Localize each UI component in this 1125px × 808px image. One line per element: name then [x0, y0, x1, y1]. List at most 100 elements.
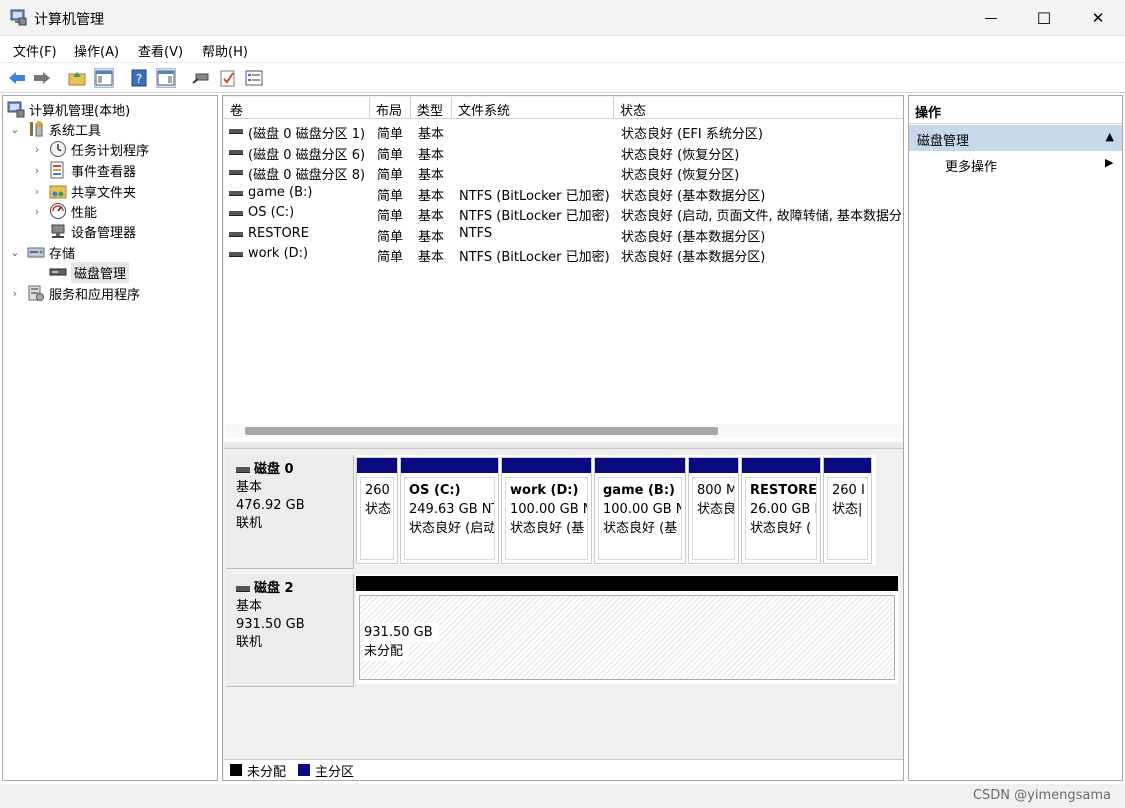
show-hide-action-pane-button[interactable]	[156, 68, 176, 88]
partition-status: 状态良好 (启动	[409, 521, 495, 536]
partition-block[interactable]: 800 M 状态良	[688, 457, 739, 564]
tree-label: 共享文件夹	[71, 185, 137, 201]
chevron-right-icon[interactable]: ›	[9, 287, 21, 300]
collapse-triangle-icon[interactable]: ▲	[1106, 130, 1114, 143]
table-row[interactable]: (磁盘 0 磁盘分区 6) 简单 基本 状态良好 (恢复分区)	[224, 142, 903, 163]
cell-filesystem: NTFS	[459, 226, 493, 241]
back-button[interactable]	[7, 68, 27, 88]
menu-action[interactable]: 操作(A)	[74, 41, 119, 60]
partition-block[interactable]: game (B:) 100.00 GB N 状态良好 (基	[594, 457, 686, 564]
partition-box: 800 M 状态良	[692, 477, 735, 560]
cell-layout: 简单	[377, 230, 404, 245]
tree-label: 系统工具	[49, 123, 102, 139]
unallocated-box: 931.50 GB 未分配	[359, 595, 895, 680]
table-row[interactable]: game (B:) 简单 基本 NTFS (BitLocker 已加密) 状态良…	[224, 183, 903, 204]
partition-size: 100.00 GB N	[510, 502, 588, 517]
partition-block[interactable]: 260 I 状态|	[823, 457, 872, 564]
column-header-layout[interactable]: 布局	[370, 97, 411, 119]
unallocated-block[interactable]: 931.50 GB 未分配	[356, 576, 898, 683]
menu-file[interactable]: 文件(F)	[13, 41, 57, 60]
cell-layout: 简单	[377, 148, 404, 163]
cell-status: 状态良好 (启动, 页面文件, 故障转储, 基本数据分	[621, 209, 902, 224]
maximize-button[interactable]: ☐	[1017, 0, 1071, 36]
chevron-right-icon[interactable]: ›	[31, 143, 43, 156]
tree-node-services[interactable]: › 服务和应用程序	[9, 283, 140, 303]
cell-layout: 简单	[377, 209, 404, 224]
column-header-filesystem[interactable]: 文件系统	[452, 97, 614, 119]
cell-status: 状态良好 (基本数据分区)	[621, 189, 766, 204]
tree-node-device-manager[interactable]: 设备管理器	[49, 221, 136, 241]
actions-section-disk-management[interactable]: 磁盘管理 ▲	[909, 125, 1122, 151]
disk2-kind: 基本	[236, 599, 263, 614]
table-row[interactable]: OS (C:) 简单 基本 NTFS (BitLocker 已加密) 状态良好 …	[224, 203, 903, 224]
connect-button[interactable]	[191, 68, 211, 88]
pane-splitter[interactable]	[224, 443, 903, 449]
column-header-status[interactable]: 状态	[614, 97, 903, 119]
tree-label: 计算机管理(本地)	[29, 103, 131, 119]
cell-volume: (磁盘 0 磁盘分区 6)	[248, 148, 366, 163]
legend-primary-label: 主分区	[315, 764, 355, 780]
disk2-partitions: 931.50 GB 未分配	[356, 574, 898, 684]
chevron-right-icon[interactable]: ›	[31, 164, 43, 177]
table-row[interactable]: RESTORE 简单 基本 NTFS 状态良好 (基本数据分区)	[224, 224, 903, 245]
cell-filesystem: NTFS (BitLocker 已加密)	[459, 250, 610, 265]
tree-node-system-tools[interactable]: ⌄ 系统工具	[9, 119, 101, 139]
menu-help[interactable]: 帮助(H)	[202, 41, 248, 60]
partition-block[interactable]: 260 状态	[356, 457, 398, 564]
scrollbar-thumb[interactable]	[245, 427, 718, 435]
disk0-info[interactable]: 磁盘 0 基本 476.92 GB 联机	[226, 455, 354, 569]
column-header-volume[interactable]: 卷	[224, 97, 370, 119]
computer-management-icon	[10, 9, 27, 26]
volume-icon	[229, 252, 243, 257]
partition-block[interactable]: work (D:) 100.00 GB N 状态良好 (基	[501, 457, 592, 564]
chevron-down-icon[interactable]: ⌄	[9, 246, 21, 259]
help-button[interactable]: ?	[129, 68, 149, 88]
primary-partition-bar	[742, 458, 820, 473]
storage-icon	[27, 247, 45, 258]
tree-node-computer-management[interactable]: 计算机管理(本地)	[7, 99, 130, 119]
disk-management-pane: 卷 布局 类型 文件系统 状态 (磁盘 0 磁盘分区 1) 简单 基本 状态良好…	[222, 95, 904, 781]
partition-block[interactable]: OS (C:) 249.63 GB NT 状态良好 (启动	[400, 457, 499, 564]
chevron-down-icon[interactable]: ⌄	[9, 123, 21, 136]
menu-view[interactable]: 查看(V)	[138, 41, 183, 60]
column-header-type[interactable]: 类型	[411, 97, 452, 119]
primary-partition-bar	[595, 458, 685, 473]
more-actions-item[interactable]: 更多操作	[945, 156, 997, 175]
tree-node-performance[interactable]: › 性能	[31, 201, 97, 221]
disk2-info[interactable]: 磁盘 2 基本 931.50 GB 联机	[226, 574, 354, 687]
forward-button[interactable]	[32, 68, 52, 88]
chevron-right-icon[interactable]: ›	[31, 205, 43, 218]
up-one-level-button[interactable]	[67, 68, 87, 88]
check-button[interactable]	[218, 68, 238, 88]
show-hide-console-tree-button[interactable]	[94, 68, 114, 88]
horizontal-scrollbar[interactable]	[225, 424, 903, 438]
tree-node-storage[interactable]: ⌄ 存储	[9, 242, 75, 262]
cell-layout: 简单	[377, 189, 404, 204]
minimize-button[interactable]: —	[964, 0, 1018, 36]
disk0-state: 联机	[236, 516, 263, 531]
partition-box: game (B:) 100.00 GB N 状态良好 (基	[598, 477, 682, 560]
tree-node-event-viewer[interactable]: › 事件查看器	[31, 160, 136, 180]
cell-status: 状态良好 (基本数据分区)	[621, 250, 766, 265]
partition-size: 800 M	[697, 483, 735, 498]
table-row[interactable]: work (D:) 简单 基本 NTFS (BitLocker 已加密) 状态良…	[224, 244, 903, 265]
help-icon: ?	[131, 69, 147, 87]
cell-type: 基本	[418, 127, 445, 142]
table-row[interactable]: (磁盘 0 磁盘分区 8) 简单 基本 状态良好 (恢复分区)	[224, 162, 903, 183]
partition-block[interactable]: RESTORE 26.00 GB I 状态良好 (	[741, 457, 821, 564]
tree-node-task-scheduler[interactable]: › 任务计划程序	[31, 139, 149, 159]
tree-node-shared-folders[interactable]: › 共享文件夹	[31, 181, 136, 201]
tree-node-disk-management[interactable]: 磁盘管理	[49, 261, 130, 283]
properties-button[interactable]	[244, 68, 264, 88]
tree-label: 存储	[49, 246, 76, 262]
unallocated-bar	[356, 576, 898, 591]
partition-box: 260 I 状态|	[827, 477, 868, 560]
disk-icon	[236, 586, 250, 592]
close-button[interactable]: ✕	[1071, 0, 1125, 36]
forward-arrow-icon	[34, 72, 50, 84]
console-tree: 计算机管理(本地) ⌄ 系统工具 › 任务计划程序 › 事件查看器 › 共享文件…	[2, 95, 218, 781]
table-row[interactable]: (磁盘 0 磁盘分区 1) 简单 基本 状态良好 (EFI 系统分区)	[224, 121, 903, 142]
partition-status: 状态良好 (基	[603, 521, 678, 536]
chevron-right-icon[interactable]: ›	[31, 185, 43, 198]
disk0-kind: 基本	[236, 480, 263, 495]
